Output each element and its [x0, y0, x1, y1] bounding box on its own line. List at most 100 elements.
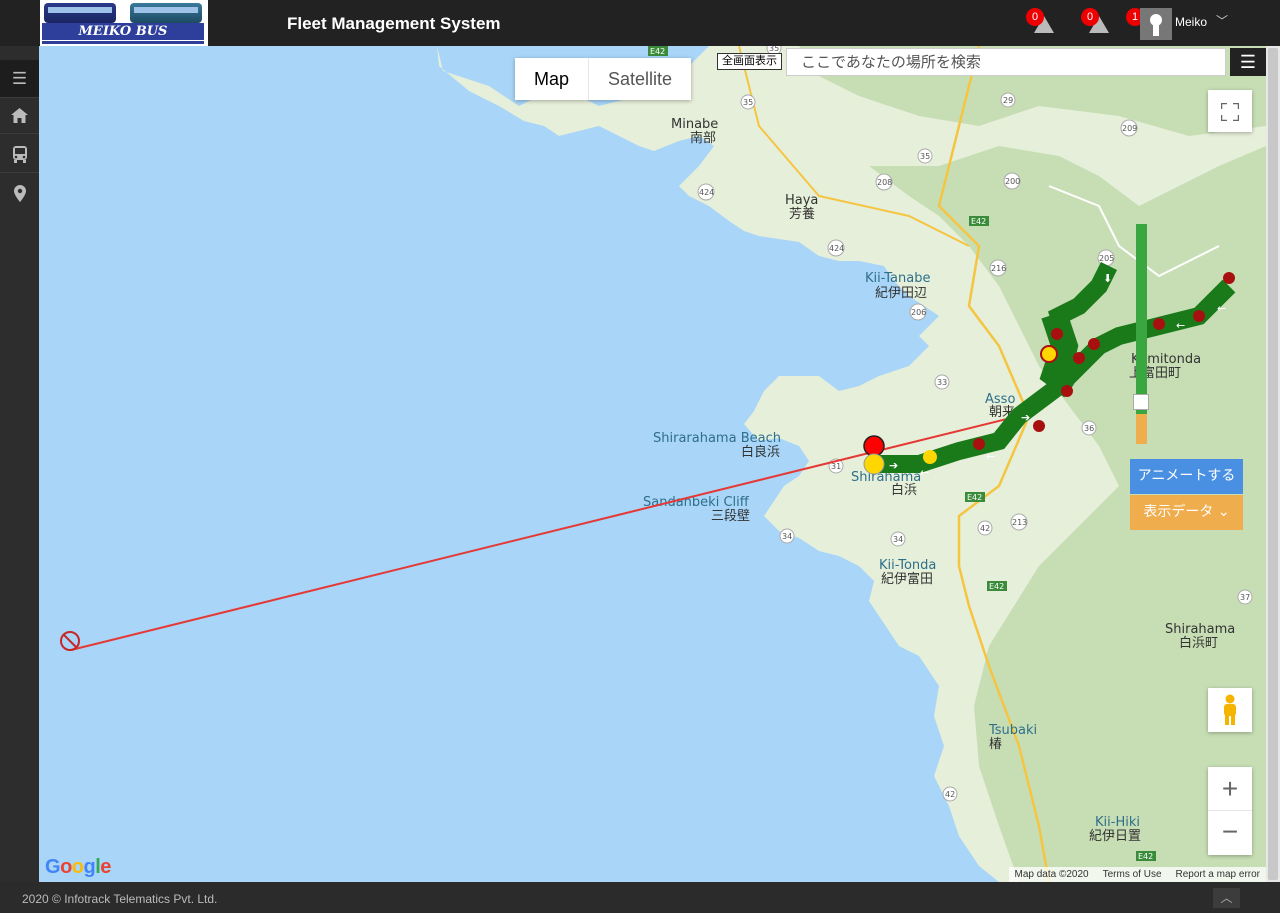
svg-text:Shirahama: Shirahama [1165, 622, 1235, 637]
svg-text:34: 34 [893, 535, 903, 544]
meiko-bus-logo[interactable]: MEIKO BUS [40, 0, 208, 46]
google-logo: Google [45, 856, 111, 878]
svg-text:白浜: 白浜 [891, 482, 917, 498]
stop-marker [1040, 345, 1058, 363]
svg-text:29: 29 [1003, 96, 1013, 105]
map-type-control: Map Satellite [515, 58, 692, 100]
slider-lower-segment [1136, 414, 1147, 444]
svg-text:←: ← [986, 450, 995, 463]
svg-text:35: 35 [920, 152, 930, 161]
display-data-label: 表示データ [1143, 504, 1214, 520]
svg-text:424: 424 [829, 244, 844, 253]
start-marker [863, 435, 885, 457]
map-attribution: Map data ©2020 Terms of Use Report a map… [1008, 867, 1266, 882]
svg-text:213: 213 [1012, 518, 1027, 527]
map-canvas[interactable]: Minabe 南部 Haya 芳養 Kii-Tanabe 紀伊田辺 Shirar… [39, 46, 1266, 882]
chevron-down-icon[interactable]: ﹀ [1216, 12, 1228, 29]
map-type-map-button[interactable]: Map [515, 58, 590, 100]
svg-text:白浜町: 白浜町 [1179, 635, 1218, 651]
svg-text:34: 34 [782, 532, 792, 541]
svg-text:←: ← [1176, 319, 1185, 332]
zoom-control: + − [1208, 767, 1252, 855]
fullscreen-icon[interactable] [1208, 90, 1252, 132]
svg-text:←: ← [1217, 302, 1226, 315]
svg-text:➔: ➔ [1021, 411, 1030, 424]
svg-text:Tsubaki: Tsubaki [988, 723, 1037, 738]
svg-text:紀伊田辺: 紀伊田辺 [875, 286, 927, 301]
svg-text:216: 216 [991, 264, 1006, 273]
svg-text:Kii-Tanabe: Kii-Tanabe [865, 271, 930, 286]
page-scrollbar[interactable] [1266, 46, 1280, 882]
svg-text:Haya: Haya [785, 193, 818, 208]
street-view-pegman-icon[interactable] [1208, 688, 1252, 732]
hamburger-menu-icon[interactable]: ☰ [1230, 48, 1266, 76]
copyright-text: 2020 © Infotrack Telematics Pvt. Ltd. [22, 892, 218, 906]
map-base-layer: Minabe 南部 Haya 芳養 Kii-Tanabe 紀伊田辺 Shirar… [60, 46, 1266, 882]
svg-text:⬇: ⬇ [1103, 272, 1112, 285]
svg-text:Sandanbeki Cliff: Sandanbeki Cliff [643, 495, 750, 510]
svg-text:E42: E42 [1138, 852, 1153, 861]
footer: 2020 © Infotrack Telematics Pvt. Ltd. ︿ [0, 882, 1280, 913]
animate-button[interactable]: アニメートする [1130, 459, 1243, 494]
scroll-to-top-icon[interactable]: ︿ [1213, 888, 1240, 908]
chevron-down-icon: ⌄ [1213, 504, 1230, 520]
top-bar: MEIKO BUS Fleet Management System 0 0 1 … [0, 0, 1280, 46]
user-avatar-icon[interactable] [1140, 8, 1172, 40]
zoom-out-icon[interactable]: − [1208, 811, 1252, 855]
svg-text:Shirarahama Beach: Shirarahama Beach [653, 431, 781, 446]
home-icon[interactable] [0, 96, 39, 134]
svg-text:35: 35 [769, 46, 779, 53]
bus-icon[interactable] [0, 135, 39, 173]
svg-text:➔: ➔ [889, 459, 898, 472]
svg-text:紀伊日置: 紀伊日置 [1089, 829, 1141, 844]
svg-text:芳養: 芳養 [789, 206, 815, 222]
svg-text:白良浜: 白良浜 [741, 444, 780, 460]
svg-text:42: 42 [945, 790, 955, 799]
svg-text:31: 31 [831, 462, 841, 471]
svg-text:Minabe: Minabe [671, 117, 718, 132]
svg-text:206: 206 [911, 308, 926, 317]
svg-text:三段壁: 三段壁 [711, 509, 750, 524]
alert-count-badge: 0 [1026, 8, 1044, 26]
hamburger-icon[interactable]: ☰ [0, 60, 39, 98]
playback-slider[interactable] [1136, 224, 1147, 444]
svg-text:200: 200 [1005, 177, 1020, 186]
map-type-satellite-button[interactable]: Satellite [589, 58, 691, 100]
svg-text:35: 35 [743, 98, 753, 107]
svg-text:E42: E42 [971, 217, 986, 226]
svg-text:205: 205 [1099, 254, 1114, 263]
alert-button-1[interactable]: 0 [1026, 8, 1056, 34]
svg-text:37: 37 [1240, 593, 1250, 602]
alert-button-3[interactable]: 1 [1126, 8, 1144, 34]
svg-text:424: 424 [699, 188, 714, 197]
scrollbar-thumb[interactable] [1268, 48, 1278, 880]
report-error-link[interactable]: Report a map error [1176, 867, 1260, 882]
terms-link[interactable]: Terms of Use [1103, 867, 1162, 882]
bus-image [44, 3, 116, 23]
zoom-in-icon[interactable]: + [1208, 767, 1252, 811]
map-data-text: Map data ©2020 [1014, 869, 1089, 880]
app-title: Fleet Management System [287, 14, 501, 33]
svg-text:42: 42 [980, 524, 990, 533]
sidebar: ☰ [0, 46, 39, 882]
alert-button-2[interactable]: 0 [1081, 8, 1111, 34]
svg-text:Kii-Tonda: Kii-Tonda [879, 558, 936, 573]
alert-count-badge: 0 [1081, 8, 1099, 26]
svg-text:E42: E42 [650, 47, 665, 56]
svg-text:33: 33 [937, 378, 947, 387]
logo-text: MEIKO BUS [42, 23, 204, 40]
display-data-button[interactable]: 表示データ ⌄ [1130, 495, 1243, 530]
map-pin-icon[interactable] [0, 174, 39, 212]
fullscreen-text-button[interactable]: 全画面表示 [717, 53, 782, 70]
svg-text:←: ← [920, 466, 929, 479]
svg-text:Kii-Hiki: Kii-Hiki [1095, 815, 1140, 830]
svg-text:椿: 椿 [989, 737, 1002, 752]
stop-marker [923, 450, 937, 464]
logo-stripe [42, 41, 204, 44]
search-input[interactable]: ここであなたの場所を検索 [786, 48, 1226, 76]
user-name[interactable]: Meiko [1175, 15, 1207, 29]
slider-handle[interactable] [1133, 394, 1149, 410]
svg-text:紀伊富田: 紀伊富田 [881, 571, 933, 587]
svg-text:E42: E42 [967, 493, 982, 502]
svg-text:36: 36 [1084, 424, 1094, 433]
